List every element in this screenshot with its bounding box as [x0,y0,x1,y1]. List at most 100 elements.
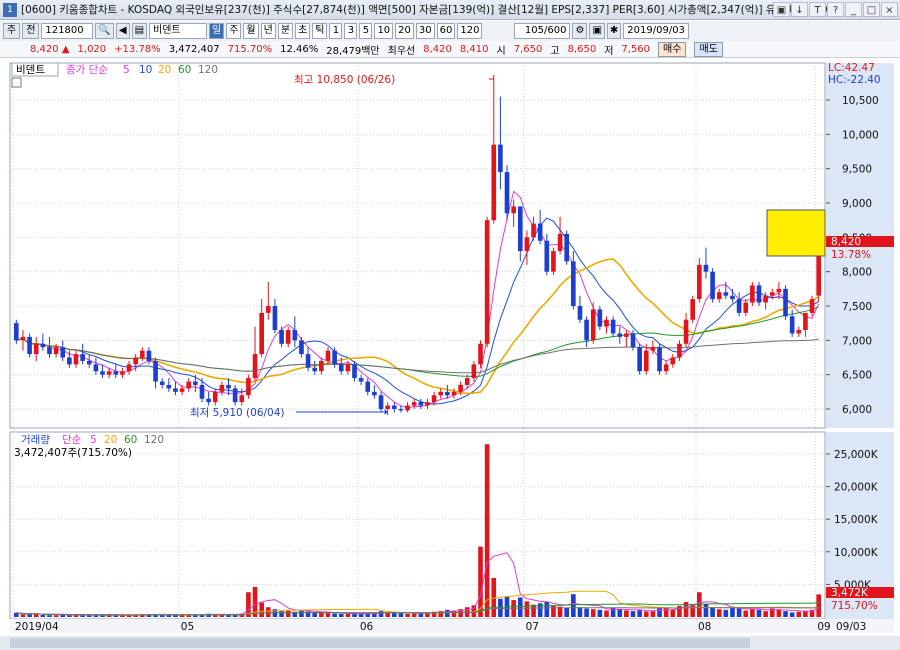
ma120-legend[interactable]: 120 [198,64,218,76]
volume-bar [624,610,629,617]
candle-body [557,233,563,252]
hc-label: HC:-22.40 [828,74,881,86]
minute-60-button[interactable]: 60 [436,23,456,39]
minute-30-button[interactable]: 30 [415,23,435,39]
candle-body [239,395,245,403]
volume-ma5-legend[interactable]: 5 [90,434,97,446]
download-icon[interactable]: ↓ [791,2,808,17]
candle-body [438,391,444,396]
volume-bar [723,609,729,617]
buy-button[interactable]: 매수 [658,41,687,57]
volume-bar [325,613,331,617]
candle-body [604,319,609,327]
volume-bar [405,613,410,617]
tab-month[interactable]: 월 [243,23,259,39]
tab-year[interactable]: 년 [260,23,276,39]
ma10-legend[interactable]: 10 [139,64,152,76]
data-range-field[interactable]: 105/600 [514,23,571,39]
scrollbar-thumb[interactable] [10,638,750,648]
ma20-legend[interactable]: 20 [158,64,171,76]
candle-body [637,347,642,372]
volume-bar [703,603,709,617]
window-icon[interactable]: 1 [3,2,17,17]
candle-body [193,381,198,385]
candle-body [372,391,377,396]
candle-body [338,364,344,372]
minute-1-button[interactable]: 1 [329,23,343,39]
candle-body [743,302,749,313]
gear-icon[interactable]: ✱ [606,23,622,39]
stock-chart[interactable]: 10,50010,0009,5009,0008,5008,0007,5007,0… [0,59,900,650]
candle-body [809,299,815,313]
candle-body [272,306,278,331]
turnover-rate: 12.46% [280,43,319,55]
volume-bar [378,611,384,617]
minute-120-button[interactable]: 120 [457,23,483,39]
minute-3-button[interactable]: 3 [344,23,358,39]
volume-bar [265,607,271,617]
window-title: [0600] 키움종합차트 - KOSDAQ 외국인보유[237(천)] 주식수… [21,4,837,16]
price-tick-label: 7,000 [842,335,872,347]
maximize-button[interactable]: □ [863,2,880,17]
volume-ma20-legend[interactable]: 20 [104,434,117,446]
date-field[interactable]: 2019/09/03 [623,23,689,39]
candle-body [789,316,795,334]
minute-10-button[interactable]: 10 [374,23,394,39]
ma60-legend[interactable]: 60 [178,64,191,76]
ma5-legend[interactable]: 5 [123,64,130,76]
candle-body [265,306,271,313]
price-tick-label: 8,000 [842,267,872,279]
minimize-button[interactable]: _ [845,2,862,17]
candle-body [126,364,132,372]
sell-button[interactable]: 매도 [694,41,723,57]
volume-bar [763,611,768,617]
open-label: 시 [496,45,506,57]
price-pane[interactable] [9,62,826,429]
volume-ma120-legend[interactable]: 120 [144,434,164,446]
minute-5-button[interactable]: 5 [359,23,373,39]
volume-bar [577,607,583,617]
volume-bar [524,601,530,617]
candle-body [425,402,430,406]
candle-body [246,378,251,396]
grid-toggle-icon[interactable] [11,77,22,88]
candle-body [252,354,258,379]
tab-day[interactable]: 일 [209,23,225,39]
candle-body [524,237,530,252]
close-button[interactable]: × [881,2,898,17]
low-annotation: 최저 5,910 (06/04) [190,407,285,419]
minute-20-button[interactable]: 20 [395,23,414,39]
volume-pane[interactable] [9,431,826,620]
settings-icon[interactable]: ⚙ [572,23,588,39]
candle-body [630,333,636,348]
candle-body [783,288,788,317]
candle-body [93,364,99,372]
volume-bar [411,613,417,617]
volume-bar [716,609,722,617]
chart-icon[interactable]: ▤ [131,23,148,39]
scope-select[interactable]: 전 [22,23,40,39]
highlight-box[interactable] [766,209,826,257]
period-select[interactable]: 주 [3,23,21,39]
save-icon[interactable]: ▣ [589,23,605,39]
candle-body [577,306,583,320]
candle-body [139,350,145,358]
search-icon[interactable]: 🔍 [95,23,114,39]
volume-bar [803,610,808,617]
tab-second[interactable]: 초 [295,23,311,39]
volume-tick-label: 20,000K [834,482,879,494]
speaker-icon[interactable]: ◀ [115,23,130,39]
stock-code-input[interactable]: 121800 [41,23,94,39]
help-icon[interactable]: ? [827,2,844,17]
tab-tick[interactable]: 틱 [312,23,328,39]
price-tick-label: 6,500 [842,370,872,382]
volume-ma60-legend[interactable]: 60 [124,434,137,446]
link-icon[interactable]: ▣ [773,2,790,17]
text-tool-icon[interactable]: T [809,2,826,17]
volume-tick-label: 15,000K [834,514,879,526]
candle-body [730,295,735,300]
tab-week[interactable]: 주 [226,23,242,39]
candle-body [544,240,550,272]
tab-minute[interactable]: 분 [277,23,294,39]
candle-body [47,347,52,355]
